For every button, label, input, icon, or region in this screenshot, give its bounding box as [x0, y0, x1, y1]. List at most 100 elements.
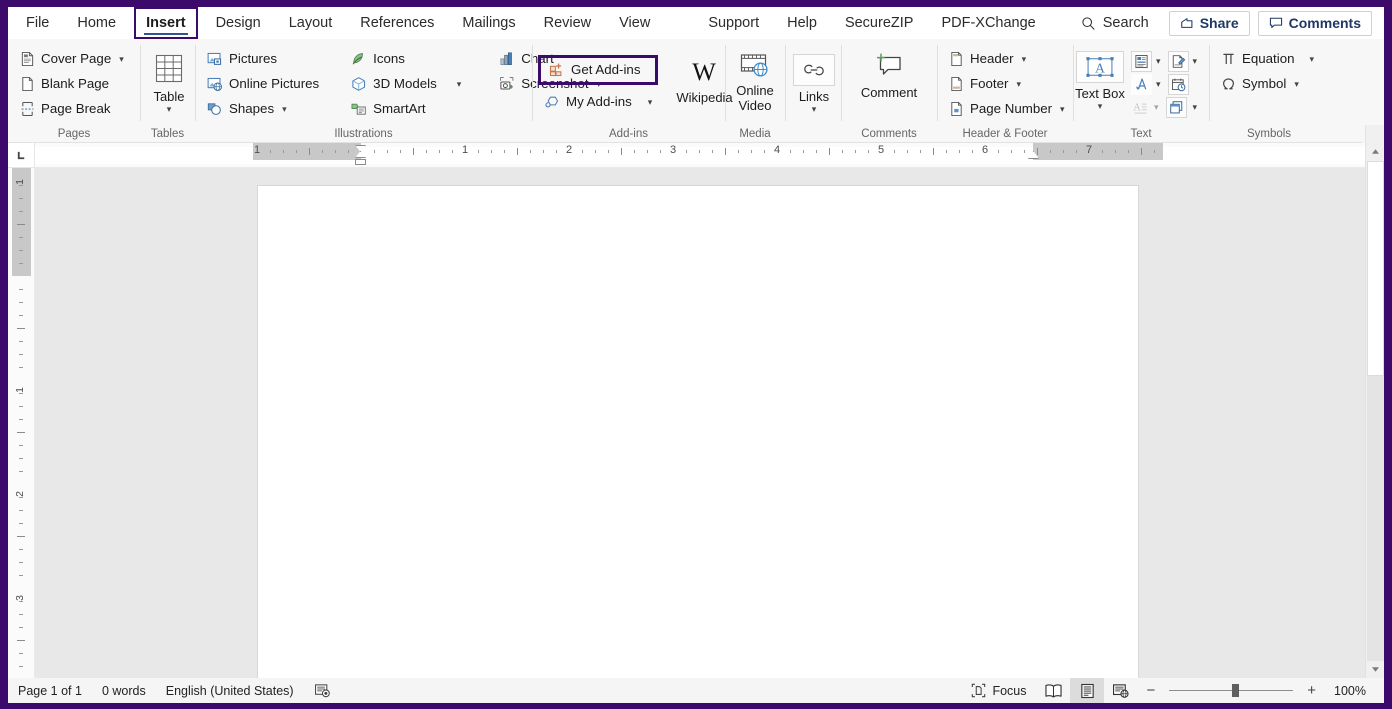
proofing-status[interactable] [304, 678, 341, 703]
focus-icon [971, 683, 986, 698]
document-page[interactable] [258, 186, 1138, 678]
pictures-button[interactable]: Pictures [201, 47, 325, 71]
date-time-icon[interactable] [1167, 74, 1189, 95]
zoom-slider[interactable] [1163, 684, 1299, 697]
tab-support[interactable]: Support [694, 7, 773, 39]
symbol-label: Symbol [1242, 76, 1287, 92]
header-button[interactable]: Header ▾ [943, 47, 1067, 71]
tab-file[interactable]: File [8, 7, 63, 39]
share-icon [1180, 16, 1194, 30]
vruler-tick [19, 185, 23, 186]
read-mode-button[interactable] [1036, 678, 1070, 703]
smartart-button[interactable]: SmartArt [345, 97, 467, 121]
chevron-down-icon[interactable]: ▾ [1156, 56, 1161, 67]
vruler-tick [19, 406, 23, 407]
ruler-tick [816, 150, 817, 153]
wordart-icon[interactable] [1131, 74, 1152, 95]
tab-home[interactable]: Home [63, 7, 130, 39]
tab-securezip[interactable]: SecureZIP [831, 7, 928, 39]
chevron-down-icon: ▾ [456, 78, 462, 89]
chevron-down-icon[interactable]: ▾ [1156, 79, 1161, 90]
zoom-in-button[interactable]: + [1299, 683, 1324, 698]
zoom-out-button[interactable]: − [1138, 683, 1163, 698]
symbol-button[interactable]: Symbol ▾ [1215, 72, 1323, 96]
page-break-button[interactable]: Page Break [14, 97, 134, 121]
shapes-button[interactable]: Shapes ▾ [201, 97, 325, 121]
table-button[interactable]: Table ▾ [140, 51, 198, 114]
page-indicator[interactable]: Page 1 of 1 [8, 678, 92, 703]
icons-button[interactable]: Icons [345, 47, 467, 71]
my-addins-label: My Add-ins [566, 94, 632, 110]
wikipedia-icon: W [686, 57, 722, 87]
chevron-down-icon[interactable]: ▾ [1193, 56, 1198, 67]
horizontal-ruler[interactable]: 1 1 2 3 4 5 6 7 [35, 143, 1365, 168]
tab-help[interactable]: Help [773, 7, 831, 39]
get-addins-button[interactable]: Get Add-ins [538, 55, 659, 85]
vertical-scrollbar[interactable] [1365, 125, 1384, 678]
online-video-button[interactable]: Online Video [726, 49, 784, 113]
window-frame-top [0, 0, 1392, 7]
ruler-tick [803, 150, 804, 153]
tab-insert[interactable]: Insert [134, 7, 198, 39]
page-break-icon [20, 101, 35, 117]
tab-design[interactable]: Design [202, 7, 275, 39]
my-addins-button[interactable]: My Add-ins ▾ [538, 90, 658, 114]
read-mode-icon [1044, 683, 1063, 699]
cover-page-button[interactable]: Cover Page ▾ [14, 47, 134, 71]
vertical-ruler[interactable]: 1 1 2 3 [8, 168, 35, 678]
scrollbar-track[interactable] [1367, 376, 1384, 661]
ribbon-group-text: A Text Box ▾ ▾ ▾ ▾ A ▾ ▾ Text [1073, 39, 1209, 143]
language-indicator[interactable]: English (United States) [156, 678, 304, 703]
new-comment-button[interactable]: Comment [849, 49, 929, 100]
tab-pdfxchange[interactable]: PDF-XChange [927, 7, 1049, 39]
focus-button[interactable]: Focus [961, 678, 1036, 703]
vruler-tick [19, 354, 23, 355]
links-button[interactable]: Links ▾ [785, 51, 843, 114]
print-layout-button[interactable] [1070, 678, 1105, 703]
3d-models-button[interactable]: 3D Models ▾ [345, 72, 467, 96]
scrollbar-thumb[interactable] [1367, 161, 1384, 376]
links-icon [793, 54, 835, 86]
scroll-down-button[interactable] [1366, 661, 1385, 678]
scroll-up-button[interactable] [1366, 143, 1385, 160]
chevron-down-icon: ▾ [166, 104, 172, 114]
ruler-tick [894, 150, 895, 153]
ruler-tick [387, 150, 388, 153]
vruler-tick [17, 328, 25, 329]
triangle-down-icon [1371, 666, 1380, 673]
ruler-tick [595, 150, 596, 153]
svg-text:W: W [693, 59, 717, 86]
tab-references[interactable]: References [346, 7, 448, 39]
tab-review[interactable]: Review [530, 7, 606, 39]
tab-stop-selector[interactable] [8, 143, 35, 168]
document-canvas[interactable] [35, 168, 1365, 678]
blank-page-button[interactable]: Blank Page [14, 72, 134, 96]
addins-content: Get Add-ins My Add-ins ▾ W Wikipedia [532, 45, 733, 114]
my-addins-icon [544, 94, 560, 110]
shapes-label: Shapes [229, 101, 275, 117]
tab-view[interactable]: View [605, 7, 664, 39]
zoom-slider-track[interactable] [1169, 684, 1294, 697]
online-pictures-button[interactable]: Online Pictures [201, 72, 325, 96]
search-input[interactable]: Search [1069, 15, 1161, 31]
text-box-button[interactable]: A Text Box ▾ [1073, 49, 1127, 118]
zoom-slider-knob[interactable] [1232, 684, 1240, 697]
web-layout-button[interactable] [1104, 678, 1138, 703]
quick-parts-icon[interactable] [1131, 51, 1152, 72]
word-count[interactable]: 0 words [92, 678, 156, 703]
footer-icon [949, 76, 964, 92]
share-button[interactable]: Share [1168, 10, 1250, 36]
addins-col-1: Get Add-ins My Add-ins ▾ [532, 51, 664, 114]
page-number-button[interactable]: Page Number ▾ [943, 97, 1067, 121]
object-icon[interactable] [1165, 97, 1187, 118]
comments-button[interactable]: Comments [1257, 10, 1372, 36]
get-addins-label: Get Add-ins [571, 62, 641, 78]
chevron-down-icon[interactable]: ▾ [1193, 102, 1198, 113]
signature-line-icon[interactable] [1167, 51, 1189, 72]
equation-button[interactable]: Equation ▾ [1215, 47, 1323, 71]
footer-button[interactable]: Footer ▾ [943, 72, 1067, 96]
tab-mailings[interactable]: Mailings [448, 7, 529, 39]
zoom-level[interactable]: 100% [1324, 684, 1374, 698]
tab-layout[interactable]: Layout [275, 7, 347, 39]
left-indent-marker[interactable] [355, 159, 366, 165]
